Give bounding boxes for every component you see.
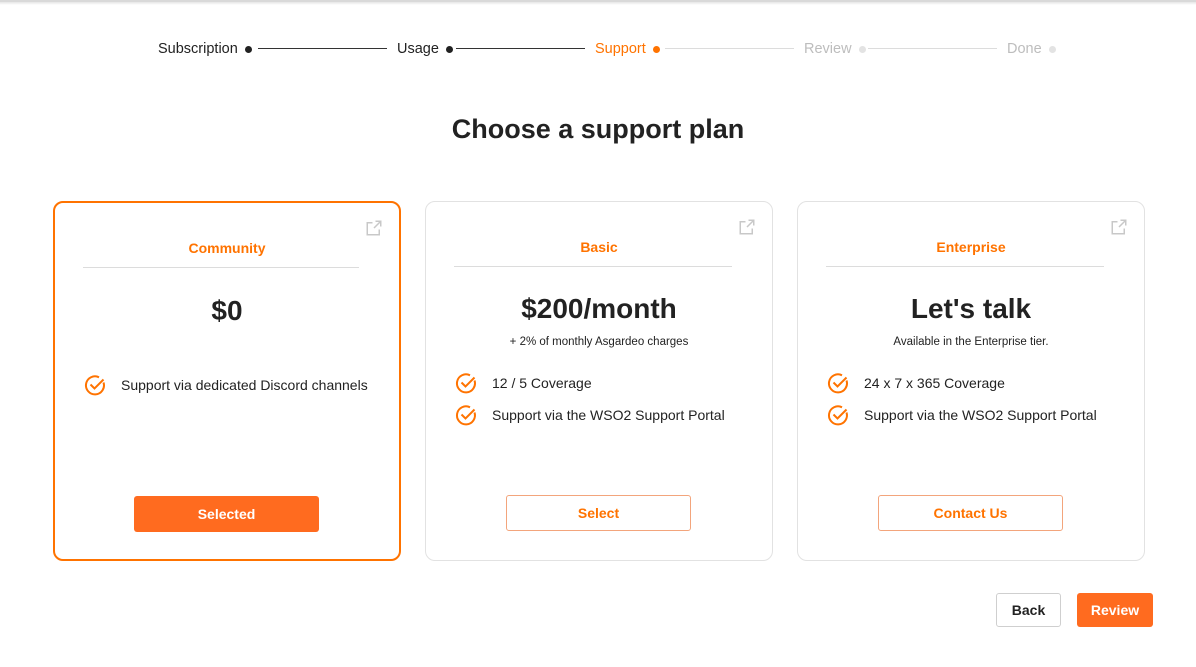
plan-feature-text: Support via the WSO2 Support Portal (864, 407, 1097, 423)
plan-card-basic[interactable]: Basic $200/month + 2% of monthly Asgarde… (425, 201, 773, 561)
check-circle-icon (456, 373, 476, 394)
top-shadow (0, 2, 1196, 5)
plan-feature: 24 x 7 x 365 Coverage (826, 371, 1005, 395)
step-subscription: Subscription (158, 40, 252, 58)
step-label: Subscription (158, 41, 238, 57)
plan-feature: Support via dedicated Discord channels (83, 373, 368, 397)
page-title: Choose a support plan (451, 114, 745, 144)
step-dot (652, 45, 660, 53)
plan-feature-text: Support via the WSO2 Support Portal (492, 407, 725, 423)
plan-name: Enterprise (936, 239, 1006, 255)
plan-feature: Support via the WSO2 Support Portal (826, 403, 1097, 427)
divider (454, 266, 732, 267)
plan-feature: Support via the WSO2 Support Portal (454, 403, 725, 427)
check-circle-icon (456, 405, 476, 426)
step-dot (858, 45, 866, 53)
select-button[interactable]: Select (506, 495, 691, 531)
step-label: Support (595, 41, 646, 57)
plan-feature-text: 12 / 5 Coverage (492, 375, 592, 391)
plan-card-enterprise[interactable]: Enterprise Let's talk Available in the E… (797, 201, 1145, 561)
plan-feature-text: 24 x 7 x 365 Coverage (864, 375, 1005, 391)
divider (826, 266, 1104, 267)
external-link-icon[interactable] (1110, 218, 1128, 236)
step-label: Usage (397, 41, 439, 57)
external-link-icon[interactable] (365, 219, 383, 237)
step-review: Review (804, 40, 866, 58)
check-circle-icon (828, 405, 848, 426)
divider (83, 267, 359, 268)
progress-stepper: Subscription Usage Support Review Done (0, 40, 1196, 60)
check-circle-icon (828, 373, 848, 394)
plan-price: Let's talk (910, 293, 1032, 324)
plan-subtitle: Available in the Enterprise tier. (893, 336, 1049, 348)
step-dot (244, 45, 252, 53)
plan-price: $0 (211, 295, 243, 326)
step-usage: Usage (397, 40, 453, 58)
step-connector (258, 48, 387, 49)
contact-us-button[interactable]: Contact Us (878, 495, 1063, 531)
plan-card-community[interactable]: Community $0 Support via dedicated Disco… (53, 201, 401, 561)
plan-feature: 12 / 5 Coverage (454, 371, 592, 395)
review-button[interactable]: Review (1077, 593, 1153, 627)
plan-feature-text: Support via dedicated Discord channels (121, 377, 368, 393)
plan-name: Community (188, 240, 266, 256)
plan-name: Basic (580, 239, 618, 255)
plan-subtitle: + 2% of monthly Asgardeo charges (509, 336, 689, 348)
step-done: Done (1007, 40, 1056, 58)
step-dot (445, 45, 453, 53)
selected-button[interactable]: Selected (134, 496, 319, 532)
step-connector (665, 48, 794, 49)
step-dot (1048, 45, 1056, 53)
step-label: Done (1007, 41, 1042, 57)
step-support: Support (595, 40, 660, 58)
check-circle-icon (85, 375, 105, 396)
plan-price: $200/month (521, 293, 677, 324)
external-link-icon[interactable] (738, 218, 756, 236)
back-button[interactable]: Back (996, 593, 1061, 627)
step-label: Review (804, 41, 852, 57)
step-connector (456, 48, 585, 49)
step-connector (868, 48, 997, 49)
